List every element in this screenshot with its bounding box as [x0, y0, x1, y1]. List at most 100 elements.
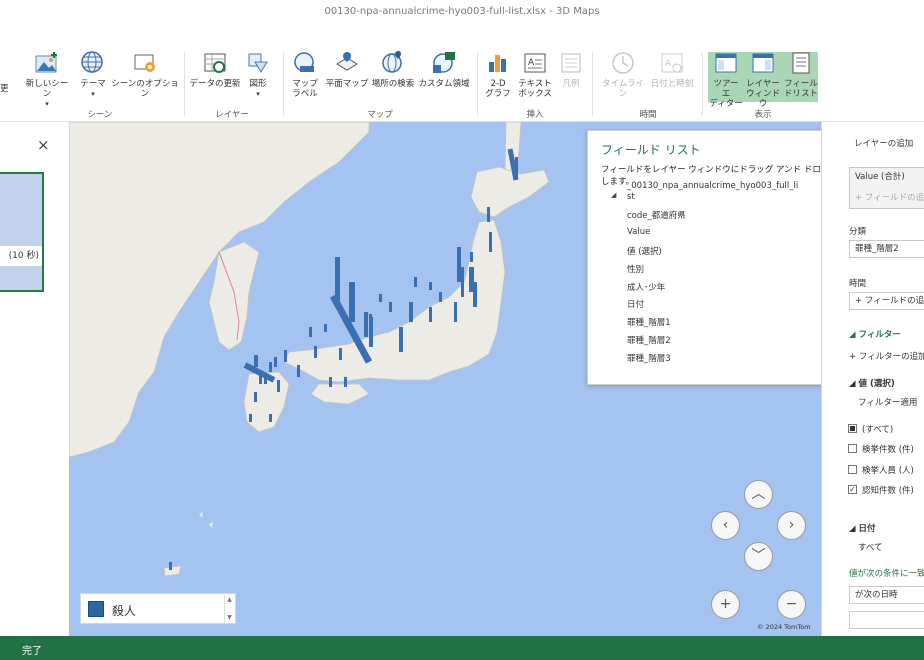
shapes-label: 図形 [249, 79, 267, 89]
crime-bar[interactable] [473, 282, 477, 307]
collapse-caret-icon[interactable]: ◢ [611, 191, 616, 199]
time-label: 時間 [849, 279, 867, 289]
svg-text:A: A [528, 58, 535, 68]
field-item[interactable]: Value [627, 227, 650, 237]
theme-button[interactable]: テーマ ▾ [78, 50, 108, 99]
crime-bar[interactable] [274, 357, 277, 367]
date-filter-header[interactable]: ◢ 日付 [849, 522, 876, 534]
add-filter-button[interactable]: + フィルターの追加 [849, 350, 924, 362]
crime-bar[interactable] [169, 562, 172, 570]
filter-checkbox-all[interactable] [848, 424, 857, 433]
chart-2d-button[interactable]: 2-D グラフ [483, 50, 513, 99]
filter-checkbox[interactable] [848, 444, 857, 453]
field-item[interactable]: 罪種_階層3 [627, 352, 671, 364]
crime-bar[interactable] [277, 380, 280, 392]
add-layer-button[interactable]: レイヤーの追加 [849, 136, 924, 154]
crime-bar[interactable] [470, 252, 473, 262]
layer-pane-button[interactable]: レイヤー ウィンドウ [744, 50, 782, 109]
crime-bar[interactable] [269, 414, 272, 422]
crime-bar[interactable] [439, 292, 442, 302]
field-item[interactable]: 値 (選択) [627, 245, 662, 257]
crime-bar[interactable] [309, 327, 312, 337]
add-field-ghost[interactable]: + フィールドの追加 [855, 191, 924, 205]
category-field[interactable]: 罪種_階層2 [849, 240, 924, 258]
date-filter-value: すべて [858, 543, 883, 553]
timeline-button[interactable]: タイムライン [598, 50, 648, 99]
field-item[interactable]: 成人･少年 [627, 281, 665, 293]
crime-bar[interactable] [429, 307, 432, 322]
crime-bar[interactable] [454, 302, 457, 322]
datetime-button[interactable]: A 日付と時刻 [648, 50, 696, 89]
crime-bar[interactable] [254, 355, 258, 367]
scene-thumbnail[interactable] [0, 172, 44, 292]
value-select-header[interactable]: ◢ 値 (選択) [849, 377, 895, 389]
pan-right-button[interactable]: › [777, 511, 806, 540]
pan-left-button[interactable]: ‹ [711, 511, 740, 540]
tour-editor-button[interactable]: ツアー エディター [708, 50, 744, 109]
height-well[interactable]: Value (合計) + フィールドの追加 [849, 167, 924, 209]
check-icon: ✓ [849, 485, 856, 494]
filter-header[interactable]: ◢ フィルター [849, 328, 901, 340]
zoom-in-button[interactable]: + [711, 590, 740, 619]
zoom-out-button[interactable]: − [777, 590, 806, 619]
crime-bar[interactable] [379, 294, 382, 302]
pan-down-button[interactable]: ﹀ [744, 542, 773, 571]
refresh-data-button[interactable]: データの更新 [188, 50, 242, 89]
crime-bar[interactable] [254, 392, 257, 402]
find-location-button[interactable]: 場所の検索 [370, 50, 416, 89]
legend-button[interactable]: 凡例 [558, 50, 584, 89]
shapes-button[interactable]: 図形 ▾ [244, 50, 272, 99]
crime-bar[interactable] [344, 377, 347, 387]
crime-bar[interactable] [364, 312, 368, 337]
table-name[interactable]: _00130_npa_annualcrime_hyo003_full_li st [627, 181, 798, 203]
new-scene-button[interactable]: 新しいシーン ▾ [22, 50, 72, 109]
chevron-right-icon: › [788, 517, 795, 533]
scroll-track[interactable] [225, 604, 234, 613]
crime-bar[interactable] [249, 414, 252, 422]
scene-options-button[interactable]: シーンのオプション [111, 50, 179, 99]
crime-bar[interactable] [489, 232, 492, 252]
crime-bar[interactable] [349, 282, 355, 322]
custom-region-button[interactable]: カスタム領域 [418, 50, 470, 89]
tour-editor-pane: × (10 秒) [0, 122, 69, 636]
scroll-down-icon[interactable]: ▼ [225, 613, 234, 622]
crime-bar[interactable] [399, 327, 403, 352]
map-labels-button[interactable]: マップ ラベル [289, 50, 321, 99]
text-box-button[interactable]: A テキスト ボックス [516, 50, 554, 99]
pan-up-button[interactable]: ︿ [744, 480, 773, 509]
field-item[interactable]: 罪種_階層2 [627, 334, 671, 346]
crime-bar[interactable] [314, 346, 317, 358]
field-list-button[interactable]: フィール ドリスト [783, 50, 819, 99]
condition-select[interactable]: が次の日時 [849, 586, 924, 604]
crime-bar[interactable] [389, 302, 392, 312]
crime-bar[interactable] [339, 348, 342, 360]
crime-bar[interactable] [409, 302, 413, 322]
crime-bar[interactable] [329, 377, 332, 387]
close-icon[interactable]: × [37, 136, 50, 154]
crime-bar[interactable] [269, 362, 272, 372]
filter-apply[interactable]: フィルター適用 [858, 396, 917, 408]
crime-bar[interactable] [487, 207, 490, 222]
condition-value-input[interactable] [849, 611, 924, 629]
filter-checkbox-checked[interactable]: ✓ [848, 485, 857, 494]
crime-bar[interactable] [297, 365, 300, 377]
find-location-icon [382, 51, 402, 73]
field-item[interactable]: 日付 [627, 298, 644, 310]
field-item[interactable]: 性別 [627, 263, 644, 275]
crime-bar[interactable] [284, 350, 287, 362]
map-legend[interactable]: 殺人 ▲ ▼ [80, 593, 236, 624]
field-item[interactable]: code_都道府県 [627, 209, 686, 221]
filter-checkbox[interactable] [848, 465, 857, 474]
flat-map-button[interactable]: 平面マップ [325, 50, 369, 89]
value-sum-field[interactable]: Value (合計) [855, 170, 924, 184]
crime-bar[interactable] [414, 277, 417, 287]
add-time-field[interactable]: + フィールドの追加 [849, 292, 924, 310]
crime-bar[interactable] [369, 314, 372, 334]
crime-bar[interactable] [461, 267, 464, 297]
crime-bar[interactable] [457, 247, 461, 282]
legend-scrollbar[interactable]: ▲ ▼ [224, 595, 234, 622]
crime-bar[interactable] [429, 282, 432, 290]
field-item[interactable]: 罪種_階層1 [627, 316, 671, 328]
scroll-up-icon[interactable]: ▲ [225, 595, 234, 604]
crime-bar[interactable] [324, 324, 327, 332]
